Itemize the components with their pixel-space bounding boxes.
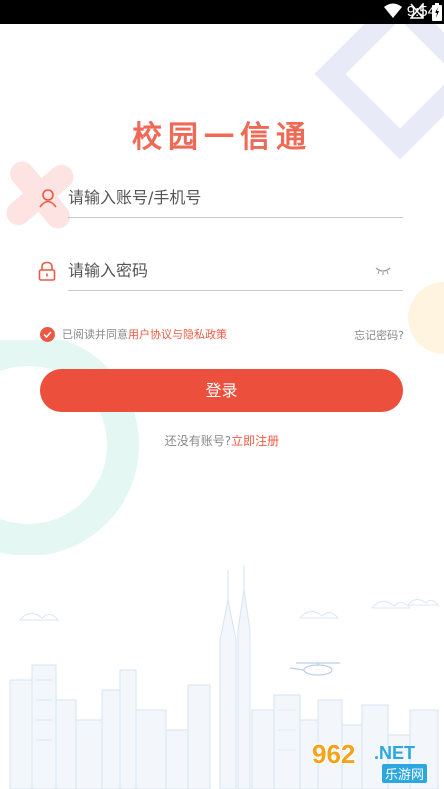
- agreement-row: 已阅读并同意 用户协议与隐私政策: [40, 326, 227, 342]
- decor-half-circle-shape: [408, 282, 444, 354]
- lock-icon: [38, 261, 56, 281]
- password-field: [68, 252, 403, 291]
- watermark-site-name: 乐游网: [382, 764, 428, 783]
- agreement-checkbox[interactable]: [40, 326, 55, 342]
- agreement-text: 已阅读并同意: [62, 328, 128, 341]
- app-title: 校园一信通: [132, 120, 312, 155]
- account-field: [68, 179, 403, 218]
- eye-closed-icon[interactable]: [375, 266, 391, 276]
- login-button[interactable]: 登录: [40, 369, 403, 412]
- register-prompt: 还没有账号?: [164, 434, 232, 448]
- account-input[interactable]: [68, 179, 368, 215]
- status-time: 9:54: [406, 3, 436, 20]
- watermark-domain: .NET: [374, 743, 416, 763]
- site-watermark: 962 .NET 乐游网: [304, 739, 438, 783]
- password-input[interactable]: [68, 252, 368, 288]
- wifi-icon: [384, 3, 402, 23]
- watermark-number: 962: [312, 739, 356, 769]
- user-icon: [39, 189, 57, 208]
- register-link[interactable]: 立即注册: [231, 434, 279, 448]
- check-icon: [43, 330, 52, 338]
- status-bar: 9:54: [0, 0, 444, 24]
- forgot-password-link[interactable]: 忘记密码?: [354, 327, 404, 343]
- agreement-link[interactable]: 用户协议与隐私政策: [128, 326, 227, 342]
- register-row: 还没有账号?立即注册: [0, 432, 444, 449]
